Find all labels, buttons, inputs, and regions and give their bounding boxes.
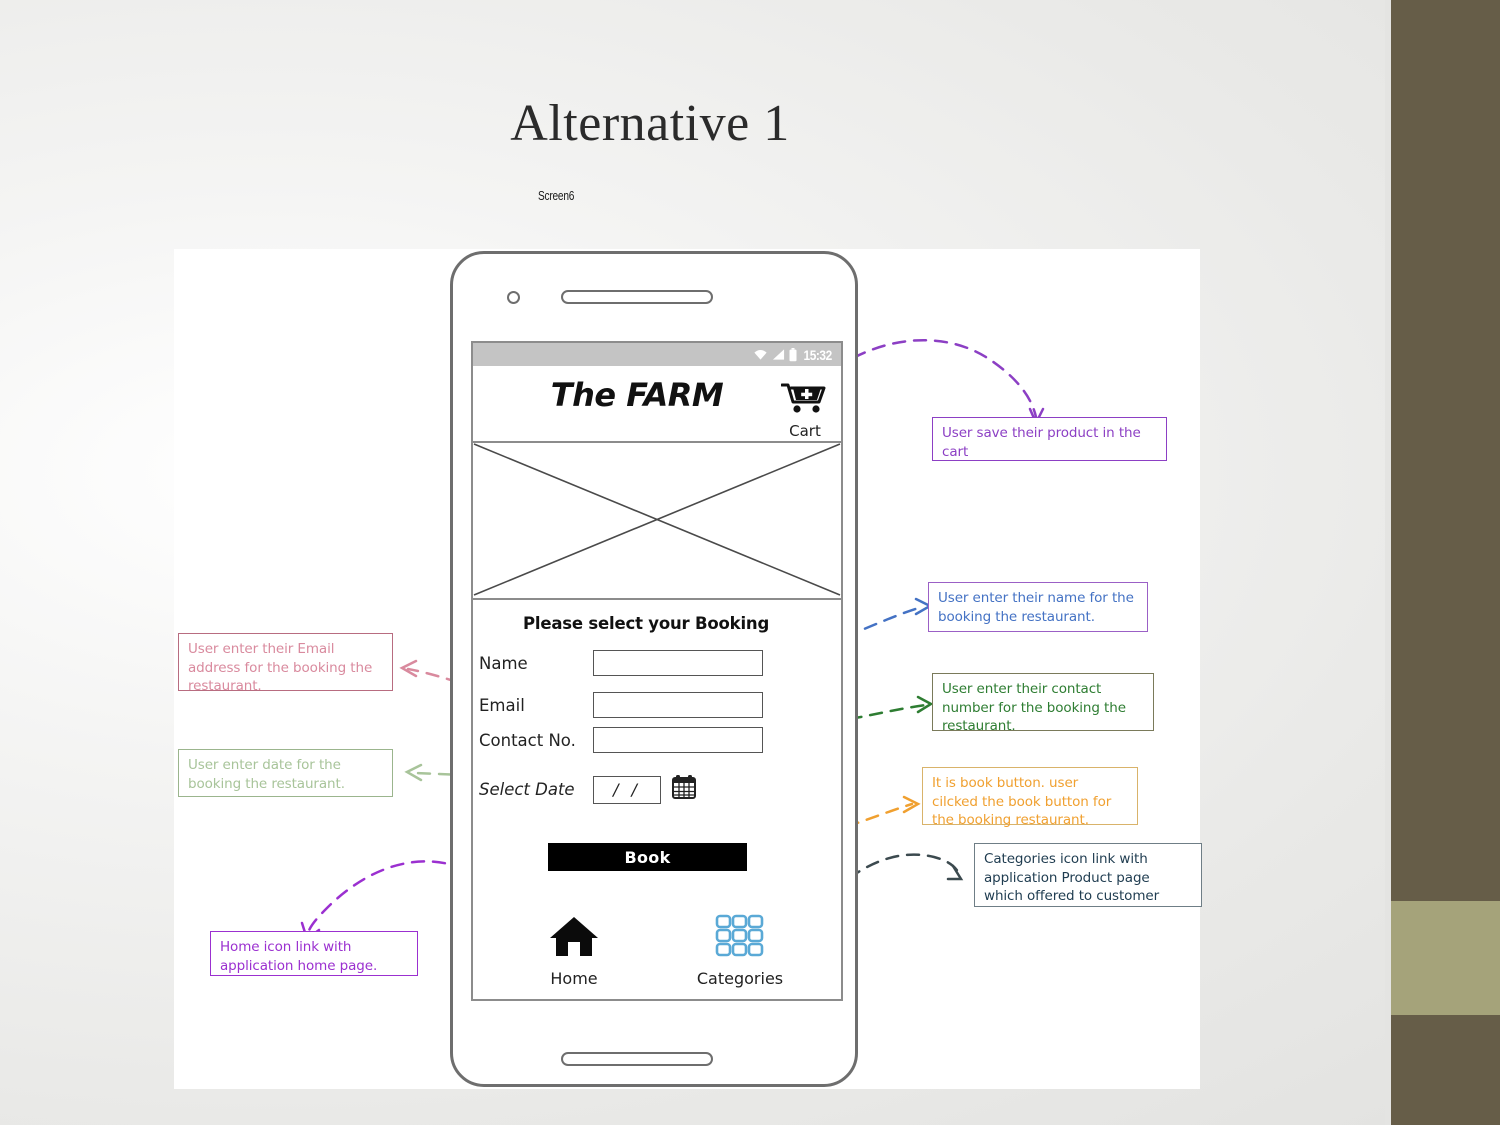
form-row-name: Name	[475, 650, 841, 676]
annotation-name: User enter their name for the booking th…	[928, 582, 1148, 632]
phone-home-bar	[561, 1052, 713, 1066]
calendar-icon[interactable]	[671, 774, 697, 805]
annotation-cart: User save their product in the cart	[932, 417, 1167, 461]
app-screen: 15:32 The FARM Cart Please select your B…	[471, 341, 843, 1001]
email-label: Email	[479, 695, 525, 715]
annotation-categories: Categories icon link with application Pr…	[974, 843, 1202, 907]
image-placeholder	[473, 443, 841, 600]
bottom-navigation: Home Categories	[473, 913, 841, 988]
book-button[interactable]: Book	[548, 843, 747, 871]
home-icon	[550, 917, 598, 956]
form-row-email: Email	[475, 692, 841, 718]
date-input[interactable]: / /	[593, 775, 661, 804]
annotation-contact: User enter their contact number for the …	[932, 673, 1154, 734]
nav-item-categories[interactable]: Categories	[680, 913, 800, 988]
shopping-cart-plus-icon	[780, 383, 826, 413]
form-row-date: Select Date / /	[475, 774, 841, 805]
wireframe-diagram: 15:32 The FARM Cart Please select your B…	[174, 249, 1202, 1089]
booking-form: Please select your Booking Name Email Co…	[473, 600, 841, 862]
nav-item-home[interactable]: Home	[514, 913, 634, 988]
status-time: 15:32	[803, 346, 832, 363]
grid-categories-icon	[715, 914, 764, 957]
home-label: Home	[550, 969, 598, 988]
contact-label: Contact No.	[479, 730, 576, 750]
name-input[interactable]	[593, 650, 763, 676]
phone-speaker	[561, 290, 713, 304]
form-heading: Please select your Booking	[523, 614, 770, 633]
phone-mockup: 15:32 The FARM Cart Please select your B…	[450, 251, 858, 1087]
battery-icon	[789, 347, 797, 361]
annotation-date: User enter date for the booking the rest…	[178, 749, 393, 797]
annotation-email: User enter their Email address for the b…	[178, 633, 393, 694]
status-bar: 15:32	[473, 343, 841, 366]
phone-camera-icon	[507, 291, 520, 304]
page-title: Alternative 1	[510, 95, 790, 152]
form-row-contact: Contact No.	[475, 727, 841, 753]
email-input[interactable]	[593, 692, 763, 718]
screen-label: Screen6	[538, 188, 575, 203]
crossed-box-placeholder-icon	[473, 443, 841, 596]
categories-label: Categories	[696, 969, 784, 988]
contact-input[interactable]	[593, 727, 763, 753]
wifi-icon	[754, 350, 767, 360]
cart-label: Cart	[789, 422, 821, 440]
name-label: Name	[479, 653, 528, 673]
cart-button[interactable]: Cart	[777, 382, 833, 440]
signal-icon	[772, 349, 784, 360]
app-header: The FARM Cart	[473, 366, 841, 443]
select-date-label: Select Date	[479, 780, 575, 799]
annotation-book: It is book button. user cilcked the book…	[922, 767, 1138, 828]
decorative-sidebar-light	[1391, 901, 1500, 1015]
annotation-home: Home icon link with application home pag…	[210, 931, 418, 976]
